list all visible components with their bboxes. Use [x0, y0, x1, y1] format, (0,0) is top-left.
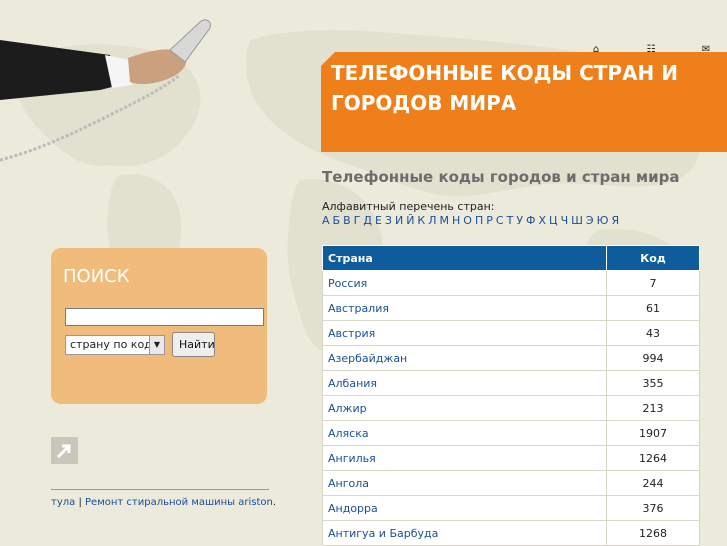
country-cell: Ангилья: [322, 445, 607, 471]
footer-link-ariston[interactable]: Ремонт стиральной машины ariston: [85, 497, 273, 508]
alphabet-letter-link[interactable]: К: [417, 214, 425, 227]
alphabet-letter-link[interactable]: Я: [611, 214, 619, 227]
country-link[interactable]: Ангола: [328, 477, 369, 490]
table-row: Антигуа и Барбуда 1268: [322, 520, 700, 546]
footer-link-tula[interactable]: тула: [51, 497, 75, 508]
alphabet-letter-link[interactable]: Ц: [549, 214, 558, 227]
code-cell: 244: [606, 470, 700, 496]
alphabet-letter-link[interactable]: Х: [539, 214, 547, 227]
footer-separator: |: [78, 497, 82, 508]
alphabet-letter-link[interactable]: Е: [375, 214, 382, 227]
search-mode-value: страну по коду: [70, 338, 159, 351]
country-link[interactable]: Антигуа и Барбуда: [328, 527, 438, 540]
alphabet-letter-link[interactable]: О: [463, 214, 472, 227]
column-header-code: Код: [606, 245, 700, 271]
search-mode-select[interactable]: страну по коду ▼: [65, 335, 165, 355]
country-link[interactable]: Россия: [328, 277, 367, 290]
code-cell: 1907: [606, 420, 700, 446]
table-row: Аляска 1907: [322, 420, 700, 446]
alphabet-letter-link[interactable]: Б: [333, 214, 341, 227]
alphabet-letter-link[interactable]: Ю: [597, 214, 609, 227]
code-cell: 213: [606, 395, 700, 421]
table-row: Россия 7: [322, 270, 700, 296]
country-link[interactable]: Ангилья: [328, 452, 376, 465]
alphabet-letter-link[interactable]: Л: [428, 214, 436, 227]
country-codes-table: Страна Код Россия 7 Австралия 61 Австрия 43 Аз…: [322, 245, 700, 546]
footer-divider: [51, 489, 269, 490]
country-cell: Австралия: [322, 295, 607, 321]
alphabet-letter-link[interactable]: Ф: [526, 214, 535, 227]
table-row: Алжир 213: [322, 395, 700, 421]
code-cell: 43: [606, 320, 700, 346]
code-cell: 376: [606, 495, 700, 521]
table-header-row: Страна Код: [322, 245, 700, 271]
table-row: Андорра 376: [322, 495, 700, 521]
country-link[interactable]: Аляска: [328, 427, 369, 440]
alphabet-letter-link[interactable]: Э: [586, 214, 594, 227]
table-row: Австралия 61: [322, 295, 700, 321]
country-link[interactable]: Азербайджан: [328, 352, 407, 365]
hand-phone-image: [0, 19, 211, 162]
alphabet-letter-link[interactable]: У: [516, 214, 523, 227]
alphabet-letter-link[interactable]: Т: [507, 214, 514, 227]
search-panel: ПОИСК страну по коду ▼ Найти: [51, 248, 267, 404]
footer-links: тула | Ремонт стиральной машины ariston.: [51, 497, 276, 508]
country-link[interactable]: Андорра: [328, 502, 378, 515]
chevron-down-icon[interactable]: ▼: [149, 336, 164, 354]
country-cell: Россия: [322, 270, 607, 296]
page-subtitle: Телефонные коды городов и стран мира: [322, 168, 680, 186]
country-link[interactable]: Австралия: [328, 302, 389, 315]
country-cell: Австрия: [322, 320, 607, 346]
alphabet-letter-link[interactable]: А: [322, 214, 330, 227]
alphabet-letter-link[interactable]: М: [440, 214, 450, 227]
country-link[interactable]: Албания: [328, 377, 377, 390]
alphabet-letter-link[interactable]: Р: [486, 214, 493, 227]
code-cell: 7: [606, 270, 700, 296]
alphabet-letter-link[interactable]: С: [496, 214, 504, 227]
external-arrow-icon[interactable]: [51, 437, 78, 464]
search-input[interactable]: [65, 308, 264, 326]
alphabet-letter-link[interactable]: Ч: [561, 214, 569, 227]
country-cell: Азербайджан: [322, 345, 607, 371]
country-cell: Алжир: [322, 395, 607, 421]
header-banner: Телефонные коды стран и городов мира: [321, 52, 727, 152]
country-cell: Ангола: [322, 470, 607, 496]
alphabet-label: Алфавитный перечень стран:: [322, 200, 495, 213]
alphabet-index: АБВГДЕЗИЙКЛМНОПРСТУФХЦЧШЭЮЯ: [322, 214, 622, 227]
country-cell: Аляска: [322, 420, 607, 446]
country-link[interactable]: Австрия: [328, 327, 375, 340]
code-cell: 994: [606, 345, 700, 371]
country-cell: Антигуа и Барбуда: [322, 520, 607, 546]
alphabet-letter-link[interactable]: Й: [406, 214, 414, 227]
table-row: Албания 355: [322, 370, 700, 396]
table-row: Азербайджан 994: [322, 345, 700, 371]
alphabet-letter-link[interactable]: Г: [354, 214, 361, 227]
country-link[interactable]: Алжир: [328, 402, 367, 415]
footer-suffix: .: [272, 497, 277, 508]
search-button[interactable]: Найти: [172, 332, 215, 357]
code-cell: 61: [606, 295, 700, 321]
alphabet-letter-link[interactable]: Д: [363, 214, 372, 227]
alphabet-letter-link[interactable]: Ш: [571, 214, 583, 227]
table-row: Ангилья 1264: [322, 445, 700, 471]
code-cell: 355: [606, 370, 700, 396]
alphabet-letter-link[interactable]: Н: [452, 214, 460, 227]
code-cell: 1264: [606, 445, 700, 471]
country-cell: Албания: [322, 370, 607, 396]
code-cell: 1268: [606, 520, 700, 546]
alphabet-letter-link[interactable]: П: [475, 214, 483, 227]
column-header-country: Страна: [322, 245, 607, 271]
table-row: Ангола 244: [322, 470, 700, 496]
search-title: ПОИСК: [63, 266, 130, 287]
site-title: Телефонные коды стран и городов мира: [331, 61, 678, 115]
alphabet-letter-link[interactable]: И: [395, 214, 403, 227]
country-cell: Андорра: [322, 495, 607, 521]
alphabet-letter-link[interactable]: З: [385, 214, 392, 227]
table-row: Австрия 43: [322, 320, 700, 346]
alphabet-letter-link[interactable]: В: [343, 214, 351, 227]
